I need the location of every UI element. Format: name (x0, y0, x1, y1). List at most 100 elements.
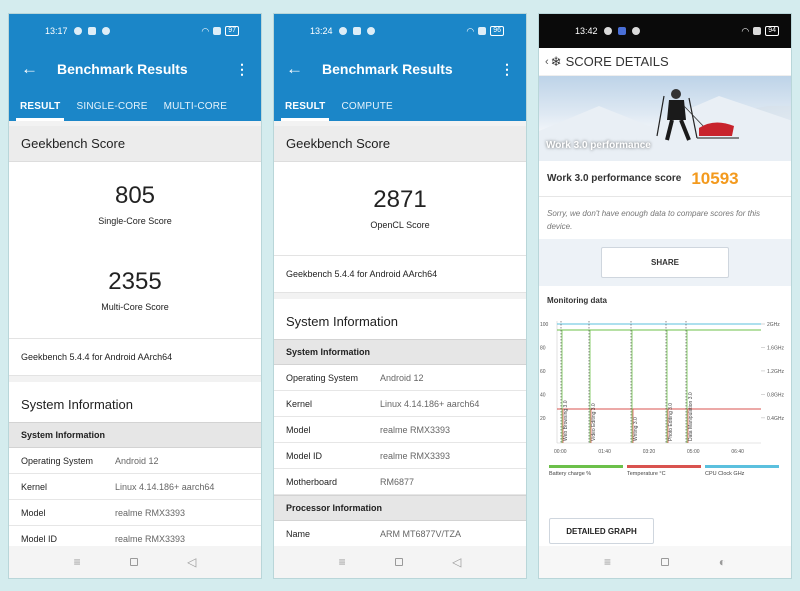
system-info-title: System Information (274, 299, 526, 339)
tab-result[interactable]: RESULT (277, 101, 333, 121)
status-bar: 13:24 ◠ 96 (274, 14, 526, 48)
annotation-label: Photo Editing 3.0 (668, 403, 674, 441)
home-icon[interactable] (660, 558, 669, 566)
right-tick-label: 0.4GHz (767, 416, 784, 422)
status-time: 13:17 (45, 26, 68, 36)
more-options-icon[interactable]: ⋮ (500, 61, 514, 78)
right-tick-label: 1.2GHz (767, 369, 784, 375)
home-icon[interactable] (129, 558, 138, 566)
system-info-title: System Information (9, 382, 261, 422)
monitoring-label: Monitoring data (539, 286, 791, 315)
legend-swatch (549, 465, 623, 468)
processor-info-subheader: Processor Information (274, 495, 526, 521)
back-arrow-icon[interactable]: ← (286, 59, 314, 79)
back-triangle-icon[interactable]: ◁ (452, 555, 461, 569)
phone-screen-geekbench-cpu: 13:17 ◠ 97 ← Benchmark Results ⋮ RESULT S… (8, 13, 262, 579)
info-row: Model realme RMX3393 (9, 500, 261, 526)
phone-screen-pcmark: 13:42 ◠ 94 ‹ ❄ SCORE DETAILS Work 3.0 per… (538, 13, 792, 579)
system-nav-bar: ≡ ◁ (9, 546, 261, 578)
info-row: Operating System Android 12 (9, 448, 261, 474)
back-triangle-icon[interactable]: ◁ (187, 555, 196, 569)
status-time: 13:24 (310, 26, 333, 36)
annotation-label: Writing 3.0 (633, 417, 639, 441)
app-icon (352, 27, 361, 35)
detailed-graph-button[interactable]: DETAILED GRAPH (549, 518, 654, 544)
tab-bar: RESULT SINGLE-CORE MULTI-CORE (9, 90, 261, 121)
status-bar: 13:42 ◠ 94 (539, 14, 791, 48)
info-row: Kernel Linux 4.14.186+ aarch64 (9, 474, 261, 500)
opencl-label: OpenCL Score (370, 220, 430, 230)
menu-icon[interactable]: ≡ (604, 555, 611, 569)
right-tick-label: 2GHz (767, 322, 780, 328)
settings-icon (338, 27, 347, 35)
settings-icon (603, 27, 612, 35)
monitoring-chart: 2GHz 1.6GHz 1.2GHz 0.8GHz 0.4GHz 100 80 60 40 20 W… (539, 315, 791, 505)
info-row: Name ARM MT6877V/TZA (274, 521, 526, 547)
tab-result[interactable]: RESULT (12, 101, 68, 121)
battery-icon: 96 (490, 26, 504, 36)
legend-swatch (705, 465, 779, 468)
comparison-note: Sorry, we don't have enough data to comp… (539, 197, 791, 239)
single-core-score: 805 (114, 182, 156, 209)
opencl-score: 2871 (373, 186, 427, 213)
x-tick-label: 05:00 (687, 449, 700, 455)
status-bar: 13:17 ◠ 97 (9, 14, 261, 48)
back-icon[interactable]: ‹ (545, 56, 549, 68)
legend-label: Temperature °C (627, 471, 666, 477)
monitoring-chart-svg: 2GHz 1.6GHz 1.2GHz 0.8GHz 0.4GHz 100 80 60 40 20 W… (540, 321, 784, 477)
section-header: Geekbench Score (274, 126, 526, 162)
tab-single-core[interactable]: SINGLE-CORE (68, 101, 155, 121)
page-title: SCORE DETAILS (565, 54, 669, 69)
info-row: Operating System Android 12 (274, 365, 526, 391)
phone-screen-geekbench-compute: 13:24 ◠ 96 ← Benchmark Results ⋮ RESULT C… (273, 13, 527, 579)
version-row: Geekbench 5.4.4 for Android AArch64 (9, 338, 261, 376)
multi-core-label: Multi-Core Score (101, 302, 169, 312)
tab-compute[interactable]: COMPUTE (333, 101, 400, 121)
right-tick-label: 0.8GHz (767, 392, 784, 398)
left-tick-label: 20 (540, 416, 546, 422)
wifi-icon: ◠ (201, 25, 210, 36)
battery-icon: 97 (225, 26, 239, 36)
snowflake-icon: ❄ (550, 53, 562, 69)
info-row: Model realme RMX3393 (274, 417, 526, 443)
system-nav-bar: ≡ ◐ (539, 546, 791, 578)
performance-label: Work 3.0 performance score (547, 173, 682, 184)
info-row: Kernel Linux 4.14.186+ aarch64 (274, 391, 526, 417)
battery-icon: 94 (765, 26, 779, 36)
settings-icon (73, 27, 82, 35)
app-icon (101, 27, 110, 35)
left-tick-label: 100 (540, 322, 549, 328)
back-arrow-icon[interactable]: ← (21, 59, 49, 79)
home-icon[interactable] (394, 558, 403, 566)
left-tick-label: 60 (540, 369, 546, 375)
performance-score-row: Work 3.0 performance score 10593 (539, 161, 791, 197)
system-nav-bar: ≡ ◁ (274, 546, 526, 578)
x-tick-label: 00:00 (554, 449, 567, 455)
more-options-icon[interactable]: ⋮ (235, 61, 249, 78)
hero-label: Work 3.0 performance (546, 140, 651, 151)
right-tick-label: 1.6GHz (767, 345, 784, 351)
sim-icon (213, 27, 222, 35)
rotate-icon[interactable]: ◐ (719, 555, 726, 569)
annotation-label: Data Manipulation 3.0 (688, 392, 694, 441)
legend-swatch (627, 465, 701, 468)
app-icon (617, 27, 626, 35)
multi-core-score: 2355 (108, 268, 162, 295)
sim-icon (753, 27, 762, 35)
menu-icon[interactable]: ≡ (74, 555, 81, 569)
app-icon (366, 27, 375, 35)
tab-multi-core[interactable]: MULTI-CORE (156, 101, 235, 121)
wifi-icon: ◠ (466, 25, 475, 36)
version-row: Geekbench 5.4.4 for Android AArch64 (274, 255, 526, 293)
tab-bar: RESULT COMPUTE (274, 90, 526, 121)
system-info-subheader: System Information (274, 339, 526, 365)
single-core-label: Single-Core Score (98, 216, 172, 226)
share-button[interactable]: SHARE (601, 247, 729, 278)
x-tick-label: 03:20 (643, 449, 656, 455)
sim-icon (478, 27, 487, 35)
info-row: Model ID realme RMX3393 (274, 443, 526, 469)
wifi-icon: ◠ (741, 25, 750, 36)
menu-icon[interactable]: ≡ (339, 555, 346, 569)
x-tick-label: 01:40 (598, 449, 611, 455)
performance-value: 10593 (691, 168, 739, 188)
